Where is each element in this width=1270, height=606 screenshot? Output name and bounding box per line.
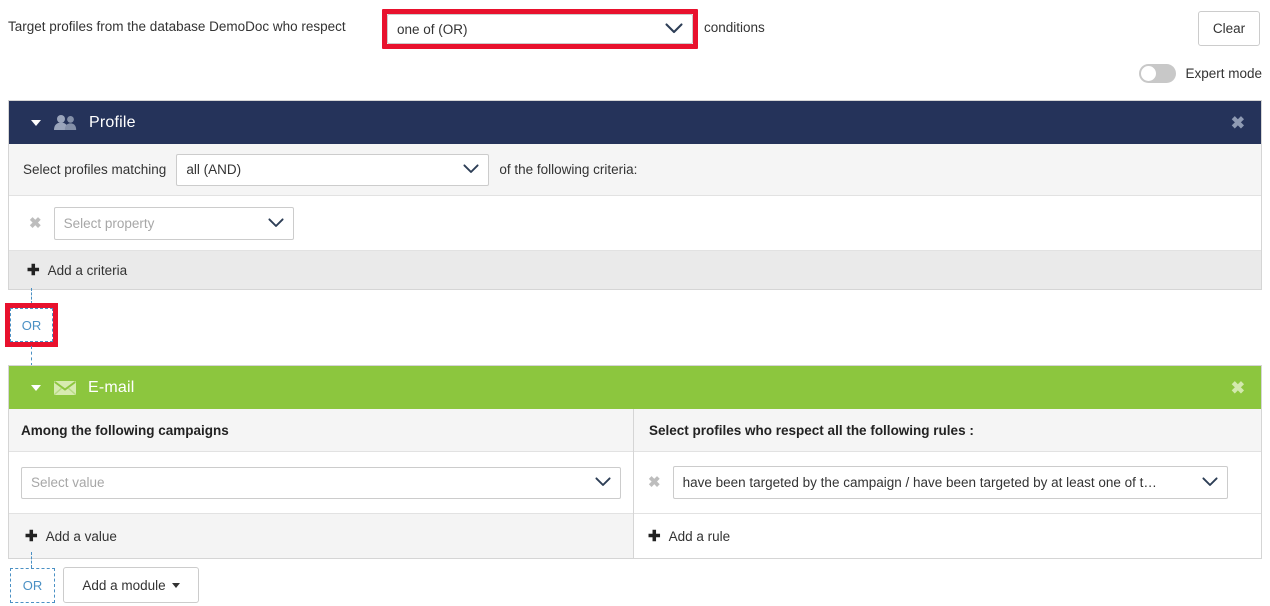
clear-button[interactable]: Clear	[1198, 11, 1260, 46]
email-module-title: E-mail	[88, 378, 135, 396]
add-criteria-label: Add a criteria	[47, 262, 128, 278]
profile-module-header: Profile ✖	[9, 101, 1261, 144]
email-rules-column: Select profiles who respect all the foll…	[634, 409, 1261, 558]
collapse-caret-icon[interactable]	[31, 119, 41, 126]
condition-operator-select-wrapper: one of (OR)	[387, 14, 693, 44]
profile-module: Profile ✖ Select profiles matching all (…	[8, 100, 1262, 290]
add-criteria-button[interactable]: ✚ Add a criteria	[9, 251, 1261, 289]
condition-operator-value: one of (OR)	[397, 21, 468, 37]
rules-heading: Select profiles who respect all the foll…	[634, 409, 1261, 452]
chevron-down-icon	[268, 216, 284, 231]
profile-matching-row: Select profiles matching all (AND) of th…	[9, 144, 1261, 196]
add-value-label: Add a value	[45, 528, 117, 544]
chevron-down-icon	[171, 582, 180, 588]
or-operator-label: OR	[21, 317, 42, 333]
property-select-value: Select property	[63, 215, 155, 231]
profile-matching-select[interactable]: all (AND)	[176, 153, 490, 186]
or-operator-label-bottom: OR	[22, 578, 43, 593]
plus-icon: ✚	[648, 527, 661, 545]
rule-row: ✖ have been targeted by the campaign / h…	[634, 452, 1261, 514]
collapse-caret-icon[interactable]	[31, 384, 41, 391]
campaign-value-select[interactable]: Select value	[21, 466, 621, 499]
condition-operator-select[interactable]: one of (OR)	[387, 14, 693, 44]
target-sentence-suffix: conditions	[704, 20, 765, 35]
campaign-value-row: Select value	[9, 452, 633, 514]
add-value-button[interactable]: ✚ Add a value	[9, 514, 633, 558]
or-operator-badge[interactable]: OR	[10, 308, 53, 342]
expert-mode-label: Expert mode	[1185, 66, 1262, 81]
profile-matching-value: all (AND)	[186, 162, 242, 177]
property-select[interactable]: Select property	[53, 206, 294, 240]
connector-line-upper	[31, 288, 32, 304]
expert-mode-row: Expert mode	[1139, 64, 1262, 83]
chevron-down-icon	[665, 22, 683, 37]
plus-icon: ✚	[27, 261, 40, 279]
target-sentence-prefix: Target profiles from the database DemoDo…	[8, 19, 346, 34]
people-icon	[53, 114, 78, 131]
chevron-down-icon	[463, 162, 479, 177]
remove-criteria-icon[interactable]: ✖	[29, 216, 42, 231]
chevron-down-icon	[1202, 475, 1218, 490]
connector-line-bottom	[31, 552, 32, 568]
add-rule-label: Add a rule	[668, 528, 731, 544]
expert-mode-toggle[interactable]	[1139, 64, 1177, 83]
rule-value: have been targeted by the campaign / hav…	[682, 475, 1157, 490]
email-module: E-mail ✖ Among the following campaigns S…	[8, 365, 1262, 559]
close-icon[interactable]: ✖	[1231, 114, 1245, 131]
profile-matching-suffix: of the following criteria:	[499, 162, 638, 177]
email-module-header: E-mail ✖	[9, 366, 1261, 409]
remove-rule-icon[interactable]: ✖	[648, 475, 661, 490]
clear-button-label: Clear	[1212, 21, 1246, 36]
profile-matching-label: Select profiles matching	[23, 162, 167, 177]
profile-module-title: Profile	[89, 113, 136, 131]
top-toolbar: Target profiles from the database DemoDo…	[0, 0, 1270, 83]
toggle-knob	[1141, 66, 1157, 81]
email-campaigns-column: Among the following campaigns Select val…	[9, 409, 634, 558]
chevron-down-icon	[595, 475, 611, 490]
envelope-icon	[53, 379, 77, 396]
add-module-label: Add a module	[82, 577, 166, 593]
targeting-query-builder: Target profiles from the database DemoDo…	[0, 0, 1270, 606]
email-module-body: Among the following campaigns Select val…	[9, 409, 1261, 558]
connector-line-lower	[31, 346, 32, 366]
or-operator-badge-bottom[interactable]: OR	[10, 568, 55, 603]
close-icon[interactable]: ✖	[1231, 379, 1245, 396]
profile-criteria-row: ✖ Select property	[9, 196, 1261, 251]
campaigns-heading: Among the following campaigns	[9, 409, 633, 452]
add-module-button[interactable]: Add a module	[63, 567, 199, 603]
campaign-value: Select value	[31, 475, 105, 490]
rule-select[interactable]: have been targeted by the campaign / hav…	[672, 466, 1228, 499]
plus-icon: ✚	[25, 527, 38, 545]
add-rule-button[interactable]: ✚ Add a rule	[634, 514, 1261, 558]
